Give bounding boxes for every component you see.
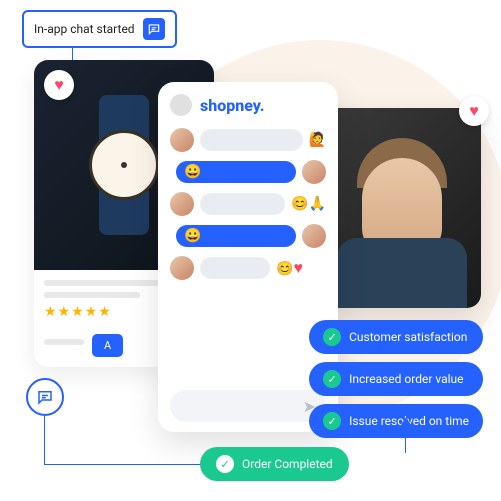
connector-line	[44, 464, 202, 465]
agent-message	[200, 257, 270, 279]
in-app-chat-tag: In-app chat started	[22, 10, 177, 48]
heart-icon: ♥	[54, 75, 64, 95]
check-icon: ✓	[216, 455, 234, 473]
agent-avatar	[170, 256, 194, 280]
check-icon: ✓	[323, 328, 341, 346]
message-row: 😊♥	[170, 256, 326, 280]
benefit-pill: ✓ Issue resolved on time	[309, 404, 483, 438]
person-card	[323, 108, 481, 308]
agent-avatar	[170, 128, 194, 152]
message-row: 😀	[170, 224, 326, 248]
emoji-icon: 😊🙏	[291, 196, 326, 212]
emoji-icon: 🙋	[309, 132, 326, 148]
emoji-icon: 😊♥	[276, 258, 303, 278]
order-completed-pill: ✓ Order Completed	[200, 447, 349, 481]
agent-message	[200, 193, 285, 215]
benefit-pill: ✓ Customer satisfaction	[309, 320, 483, 354]
avatar	[170, 94, 192, 116]
message-row: 🙋	[170, 128, 326, 152]
tag-label: In-app chat started	[34, 22, 135, 36]
benefit-pill: ✓ Increased order value	[309, 362, 483, 396]
message-row: 😀	[170, 160, 326, 184]
user-avatar	[302, 224, 326, 248]
check-icon: ✓	[323, 370, 341, 388]
user-avatar	[302, 160, 326, 184]
pill-label: Increased order value	[349, 372, 463, 386]
person-image	[323, 108, 481, 308]
heart-icon: ♥	[469, 101, 479, 121]
agent-message	[200, 129, 303, 151]
chat-icon	[143, 18, 165, 40]
watch-illustration	[79, 95, 169, 235]
check-icon: ✓	[323, 412, 341, 430]
connector-line	[44, 416, 45, 464]
message-row: 😊🙏	[170, 192, 326, 216]
pill-label: Customer satisfaction	[349, 330, 467, 344]
user-message: 😀	[176, 161, 296, 183]
user-message: 😀	[176, 225, 296, 247]
chat-bubble-badge[interactable]	[26, 378, 64, 416]
add-button[interactable]: A	[92, 334, 123, 357]
favorite-button[interactable]: ♥	[44, 70, 74, 100]
arrow-up-icon	[400, 407, 412, 419]
benefit-pills: ✓ Customer satisfaction ✓ Increased orde…	[309, 320, 483, 438]
brand-logo: shopney.	[200, 96, 265, 115]
chat-input[interactable]: ➤	[170, 390, 326, 422]
agent-avatar	[170, 192, 194, 216]
chat-header: shopney.	[170, 94, 326, 116]
order-label: Order Completed	[242, 457, 333, 471]
favorite-button[interactable]: ♥	[459, 96, 489, 126]
